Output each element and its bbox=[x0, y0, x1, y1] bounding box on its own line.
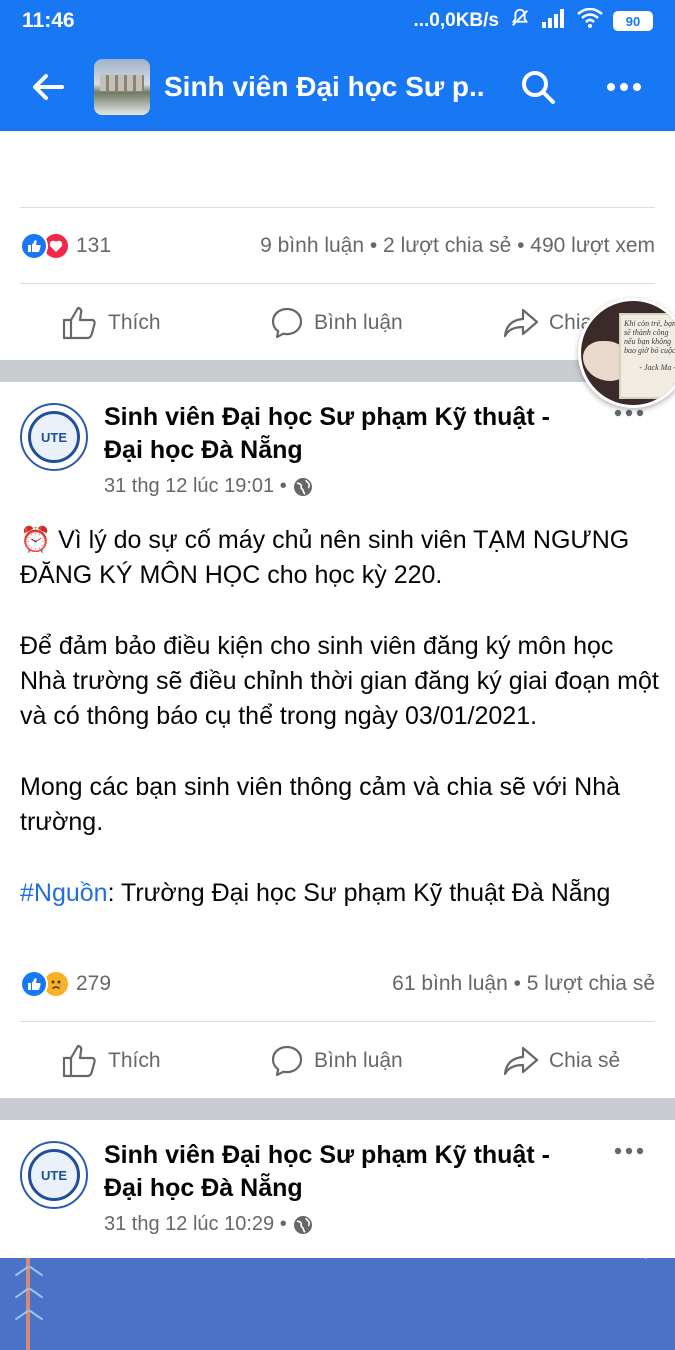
globe-icon bbox=[293, 477, 312, 496]
signal-icon bbox=[541, 8, 567, 34]
thumbs-up-icon bbox=[62, 306, 96, 340]
post-prev-engagement[interactable]: 9 bình luận • 2 lượt chia sẻ • 490 lượt … bbox=[260, 234, 655, 258]
university-logo: UTE bbox=[28, 1149, 80, 1201]
status-time: 11:46 bbox=[22, 9, 75, 32]
like-button[interactable]: Thích bbox=[62, 306, 161, 340]
author-avatar[interactable]: UTE bbox=[20, 403, 88, 471]
post-paragraph: ⏰ Vì lý do sự cố máy chủ nên sinh viên T… bbox=[20, 526, 630, 589]
hashtag-link[interactable]: #Nguồn bbox=[20, 879, 108, 907]
globe-icon bbox=[293, 1215, 312, 1234]
post-source: : Trường Đại học Sư phạm Kỹ thuật Đà Nẵn… bbox=[107, 879, 611, 907]
post-1-actions: Thích Bình luận Chia sẻ bbox=[0, 1031, 675, 1091]
reaction-count: 279 bbox=[76, 972, 112, 995]
post-2-image[interactable] bbox=[0, 1258, 675, 1350]
author-avatar[interactable]: UTE bbox=[20, 1141, 88, 1209]
reaction-summary[interactable]: 131 bbox=[20, 232, 111, 260]
post-source-line: #Nguồn: Trường Đại học Sư phạm Kỹ thuật … bbox=[20, 876, 660, 911]
like-button[interactable]: Thích bbox=[62, 1044, 161, 1078]
divider bbox=[20, 207, 655, 208]
post-meta: 31 thg 12 lúc 10:29 • bbox=[104, 1213, 313, 1236]
network-speed: ...0,0KB/s bbox=[413, 10, 499, 31]
university-logo: UTE bbox=[28, 411, 80, 463]
comment-button[interactable]: Bình luận bbox=[270, 306, 403, 340]
quote-author: - Jack Ma - bbox=[639, 363, 675, 372]
reaction-summary[interactable]: 279 bbox=[20, 970, 111, 998]
feed-separator bbox=[0, 360, 675, 382]
page-avatar[interactable] bbox=[94, 58, 150, 115]
post-2-header: UTE Sinh viên Đại học Sư phạm Kỹ thuật -… bbox=[20, 1141, 655, 1241]
comment-label: Bình luận bbox=[314, 1049, 403, 1072]
battery-icon: 90 bbox=[613, 11, 653, 31]
post-meta: 31 thg 12 lúc 19:01 • bbox=[104, 475, 313, 498]
post-paragraph: Để đảm bảo điều kiện cho sinh viên đăng … bbox=[20, 632, 659, 730]
like-reaction-icon bbox=[20, 232, 48, 260]
page-title: Sinh viên Đại học Sư p... bbox=[164, 70, 484, 102]
post-1-header: UTE Sinh viên Đại học Sư phạm Kỹ thuật -… bbox=[20, 403, 655, 503]
wifi-icon bbox=[577, 7, 603, 34]
back-button[interactable] bbox=[20, 59, 76, 115]
more-horizontal-icon bbox=[607, 82, 641, 91]
divider bbox=[20, 283, 655, 284]
more-horizontal-icon bbox=[614, 1147, 644, 1155]
status-indicators: ...0,0KB/s 90 bbox=[413, 7, 653, 35]
like-label: Thích bbox=[108, 1049, 161, 1072]
share-button[interactable]: Chia sẻ bbox=[503, 1045, 620, 1077]
quote-card: Khi còn trẻ, bạn sẽ thành công nếu bạn k… bbox=[619, 313, 675, 399]
like-label: Thích bbox=[108, 311, 161, 334]
share-icon bbox=[503, 308, 539, 338]
thumbs-up-icon bbox=[62, 1044, 96, 1078]
search-button[interactable] bbox=[516, 65, 560, 109]
post-1-stats: 279 61 bình luận • 5 lượt chia sẻ bbox=[20, 964, 655, 1004]
post-timestamp[interactable]: 31 thg 12 lúc 19:01 • bbox=[104, 475, 287, 498]
divider bbox=[20, 1021, 655, 1022]
status-bar: 11:46 ...0,0KB/s 90 bbox=[0, 0, 675, 42]
chat-head-bubble[interactable]: Khi còn trẻ, bạn sẽ thành công nếu bạn k… bbox=[578, 298, 675, 408]
more-options-button[interactable] bbox=[602, 65, 646, 109]
post-prev-actions: Thích Bình luận Chia bbox=[0, 293, 675, 353]
author-name[interactable]: Sinh viên Đại học Sư phạm Kỹ thuật - Đại… bbox=[104, 1139, 584, 1205]
comment-label: Bình luận bbox=[314, 311, 403, 334]
share-label: Chia sẻ bbox=[549, 1049, 621, 1072]
like-reaction-icon bbox=[20, 970, 48, 998]
comment-button[interactable]: Bình luận bbox=[270, 1044, 403, 1078]
post-timestamp[interactable]: 31 thg 12 lúc 10:29 • bbox=[104, 1213, 287, 1236]
arrow-left-icon bbox=[33, 73, 64, 100]
mute-icon bbox=[509, 7, 531, 35]
reaction-count: 131 bbox=[76, 234, 112, 257]
top-app-bar: Sinh viên Đại học Sư p... bbox=[0, 42, 675, 131]
search-icon bbox=[522, 70, 555, 104]
feed-separator bbox=[0, 1098, 675, 1120]
comment-icon bbox=[271, 307, 303, 339]
post-1-engagement[interactable]: 61 bình luận • 5 lượt chia sẻ bbox=[392, 972, 655, 996]
post-paragraph: Mong các bạn sinh viên thông cảm và chia… bbox=[20, 773, 621, 836]
more-horizontal-icon bbox=[614, 409, 644, 417]
post-1-body: ⏰ Vì lý do sự cố máy chủ nên sinh viên T… bbox=[20, 523, 660, 911]
post-options-button[interactable] bbox=[611, 1141, 647, 1161]
post-prev-stats: 131 9 bình luận • 2 lượt chia sẻ • 490 l… bbox=[20, 226, 655, 266]
quote-text: Khi còn trẻ, bạn sẽ thành công nếu bạn k… bbox=[624, 319, 675, 355]
comment-icon bbox=[271, 1045, 303, 1077]
share-icon bbox=[503, 1046, 539, 1076]
author-name[interactable]: Sinh viên Đại học Sư phạm Kỹ thuật - Đại… bbox=[104, 401, 584, 467]
share-button[interactable]: Chia bbox=[503, 307, 592, 339]
